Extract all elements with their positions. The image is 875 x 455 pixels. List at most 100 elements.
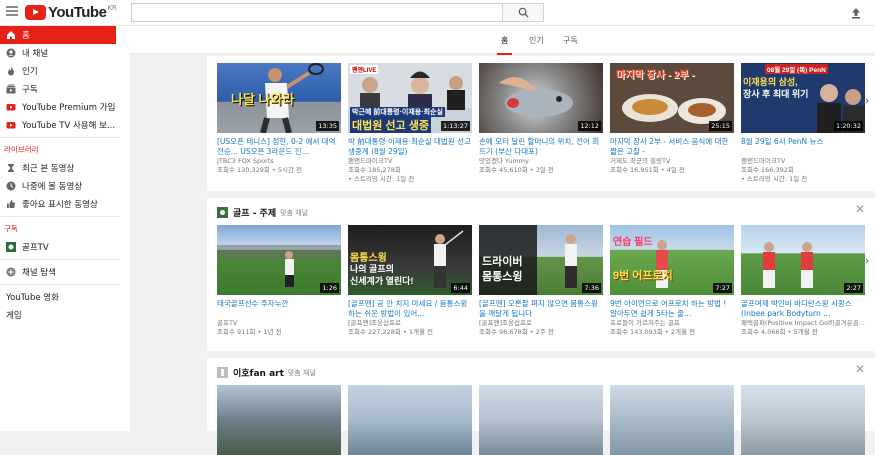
- video-card[interactable]: [479, 385, 603, 455]
- video-card[interactable]: [217, 385, 341, 455]
- video-thumbnail[interactable]: 팬앤LIVE 박근혜 前대통령·이재용·최순실 대법원 선고 생중 1:13:2…: [348, 63, 472, 133]
- channel-name[interactable]: 팬앤드마이크TV: [348, 157, 472, 166]
- channel-name[interactable]: [골프맨]조웅섭프로: [479, 319, 603, 328]
- video-thumbnail[interactable]: 12:12: [479, 63, 603, 133]
- channel-name[interactable]: 팬앤드마이크TV: [741, 157, 865, 166]
- subscriptions-icon: [6, 84, 16, 94]
- sidebar-item-home[interactable]: 홈: [0, 26, 116, 44]
- upload-button[interactable]: [849, 5, 863, 19]
- sidebar-item-label: 골프TV: [22, 243, 49, 253]
- home-icon: [6, 30, 16, 40]
- video-thumbnail[interactable]: [610, 385, 734, 455]
- video-title[interactable]: 8월 29일 6시 PenN 뉴스: [741, 137, 865, 157]
- sidebar-item-youtube-tv[interactable]: YouTube TV 사용해 보...: [0, 116, 130, 134]
- video-thumbnail[interactable]: 몸통스윙 나의 골프의 신세계가 열린다! 6:44: [348, 225, 472, 295]
- video-title[interactable]: [골프맨] 공 안 치지 마세요 / 몸통스윙하는 쉬운 방법이 있어...: [348, 299, 472, 319]
- sidebar-item-premium[interactable]: YouTube Premium 가입: [0, 98, 130, 116]
- video-thumbnail[interactable]: [348, 385, 472, 455]
- sidebar-item-watch-later[interactable]: 나중에 볼 동영상: [0, 177, 130, 195]
- channel-avatar-icon: [6, 242, 16, 252]
- shelf-header[interactable]: 이호fan art 맞춤 채널: [217, 366, 316, 379]
- video-title[interactable]: 박 前대통령·이재용·최순실 대법원 선고 생중계 (8월 29일): [348, 137, 472, 157]
- video-card[interactable]: 드라이버 몸통스윙 7:36 [골프맨] 오른팔 펴지 않으면 몸통스윙을 깨달…: [479, 225, 603, 337]
- video-duration: 1:26: [320, 283, 339, 293]
- video-title[interactable]: [골프맨] 오른팔 펴지 않으면 몸통스윙을 깨달게 됩니다: [479, 299, 603, 319]
- video-title[interactable]: 태국골프선수 주자누깐: [217, 299, 341, 319]
- youtube-tv-icon: [6, 120, 16, 130]
- search-input[interactable]: [131, 3, 503, 22]
- video-card[interactable]: 2:27 골프여제 박인비 바디턴스윙 시퀀스(Inbee park Bodyt…: [741, 225, 865, 337]
- video-card[interactable]: [348, 385, 472, 455]
- video-meta: 조회수 130,329회 • 5시간 전: [217, 166, 302, 174]
- guide-sidebar: 홈 내 채널 인기 구독 YouTube Premium 가입 YouTube …: [0, 26, 130, 431]
- channel-name[interactable]: 프로들이 가르쳐주는 골프: [610, 319, 734, 328]
- youtube-logo[interactable]: YouTube KR: [25, 4, 117, 21]
- video-title[interactable]: [US오픈 테니스] 정현, 0-2 에서 대역전승... US오픈 3라운드 …: [217, 137, 341, 157]
- channel-name[interactable]: 패택골퍼(Positive Impact Golf)골거운골...: [741, 319, 865, 328]
- video-thumbnail[interactable]: 1:26: [217, 225, 341, 295]
- thumbnail-caption: 마지막 장사 - 2부 -: [616, 70, 695, 81]
- video-card[interactable]: 연습 필드 9번 어프로치 7:27 9번 아이언으로 어프로치 하는 방법 !…: [610, 225, 734, 337]
- video-duration: 1:13:27: [440, 121, 470, 131]
- video-card[interactable]: 08월 29일 (목) PenN 이재용의 삼성, 장사 후 최대 위기 1:2…: [741, 63, 865, 184]
- sidebar-item-history[interactable]: 최근 본 동영상: [0, 159, 130, 177]
- video-title[interactable]: 마지막 장사 2부 - 서비스 음식에 대한 짧은 고찰 -: [610, 137, 734, 157]
- sidebar-item-liked-videos[interactable]: 좋아요 표시한 동영상: [0, 195, 130, 213]
- channel-name[interactable]: 맛있겠다 Yummy: [479, 157, 603, 166]
- video-thumbnail[interactable]: 연습 필드 9번 어프로치 7:27: [610, 225, 734, 295]
- video-thumbnail[interactable]: 2:27: [741, 225, 865, 295]
- video-thumbnail[interactable]: [741, 385, 865, 455]
- library-section-title[interactable]: 라이브러리: [0, 141, 130, 159]
- search-button[interactable]: [502, 3, 544, 22]
- sidebar-item-subscriptions[interactable]: 구독: [0, 80, 130, 98]
- video-thumbnail[interactable]: 드라이버 몸통스윙 7:36: [479, 225, 603, 295]
- video-thumbnail[interactable]: [479, 385, 603, 455]
- channel-name[interactable]: [골프맨]조웅섭프로: [348, 319, 472, 328]
- sidebar-item-label: 좋아요 표시한 동영상: [22, 200, 98, 210]
- video-thumbnail[interactable]: 나달 나와라 13:35: [217, 63, 341, 133]
- video-thumbnail[interactable]: 08월 29일 (목) PenN 이재용의 삼성, 장사 후 최대 위기 1:2…: [741, 63, 865, 133]
- tab-trending[interactable]: 인기: [525, 35, 548, 46]
- video-meta: 조회수 45,610회 • 3일 전: [479, 166, 554, 174]
- video-meta: 조회수 16,951회 • 4일 전: [610, 166, 685, 174]
- dismiss-shelf-close-icon[interactable]: ✕: [855, 362, 865, 376]
- sidebar-item-youtube-movies[interactable]: YouTube 영화: [0, 288, 130, 306]
- video-card[interactable]: [610, 385, 734, 455]
- tab-subscriptions[interactable]: 구독: [559, 35, 582, 46]
- search-icon: [518, 7, 529, 18]
- video-card[interactable]: 팬앤LIVE 박근혜 前대통령·이재용·최순실 대법원 선고 생중 1:13:2…: [348, 63, 472, 184]
- hamburger-menu-icon[interactable]: [6, 6, 18, 18]
- shelf-next-arrow-icon[interactable]: ›: [865, 254, 873, 267]
- tab-home[interactable]: 홈: [497, 35, 513, 55]
- video-card[interactable]: [741, 385, 865, 455]
- sidebar-item-trending[interactable]: 인기: [0, 62, 130, 80]
- fan-art-shelf: 이호fan art 맞춤 채널 ✕: [207, 358, 875, 455]
- video-title[interactable]: 손에 모터 달린 할머니의 위치, 전어 회뜨기 (부산 다대포): [479, 137, 603, 157]
- video-card[interactable]: 몸통스윙 나의 골프의 신세계가 열린다! 6:44 [골프맨] 공 안 치지 …: [348, 225, 472, 337]
- dismiss-shelf-close-icon[interactable]: ✕: [855, 202, 865, 216]
- logo-region: KR: [107, 4, 117, 12]
- channel-name[interactable]: 거제도 최군의 힐링TV: [610, 157, 734, 166]
- subscriptions-section-title[interactable]: 구독: [0, 220, 130, 238]
- video-meta: 조회수 911회 • 1년 전: [217, 328, 282, 336]
- sidebar-item-golftv[interactable]: 골프TV: [0, 238, 130, 256]
- channel-name[interactable]: JTBC3 FOX Sports: [217, 157, 341, 166]
- video-duration: 12:12: [578, 121, 601, 131]
- sidebar-item-gaming[interactable]: 게임: [0, 306, 130, 324]
- video-thumbnail[interactable]: [217, 385, 341, 455]
- video-card[interactable]: 나달 나와라 13:35 [US오픈 테니스] 정현, 0-2 에서 대역전승.…: [217, 63, 341, 175]
- video-thumbnail[interactable]: 마지막 장사 - 2부 - 25:15: [610, 63, 734, 133]
- video-card[interactable]: 12:12 손에 모터 달린 할머니의 위치, 전어 회뜨기 (부산 다대포) …: [479, 63, 603, 175]
- video-card[interactable]: 마지막 장사 - 2부 - 25:15 마지막 장사 2부 - 서비스 음식에 …: [610, 63, 734, 175]
- video-title[interactable]: 골프여제 박인비 바디턴스윙 시퀀스(Inbee park Bodyturn .…: [741, 299, 865, 319]
- shelf-next-arrow-icon[interactable]: ›: [865, 94, 873, 107]
- video-card[interactable]: 1:26 태국골프선수 주자누깐 골프TV 조회수 911회 • 1년 전: [217, 225, 341, 337]
- shelf-header[interactable]: 골프 - 주제 맞춤 채널: [217, 206, 308, 219]
- sidebar-item-browse-channels[interactable]: 채널 탐색: [0, 263, 130, 281]
- sidebar-item-my-channel[interactable]: 내 채널: [0, 44, 130, 62]
- sidebar-item-label: YouTube 영화: [6, 293, 59, 303]
- channel-name[interactable]: 골프TV: [217, 319, 341, 328]
- video-duration: 2:27: [844, 283, 863, 293]
- golf-shelf: 골프 - 주제 맞춤 채널 ✕ 1:26 태국골프선수 주자누깐 골프TV 조회…: [207, 198, 875, 351]
- video-title[interactable]: 9번 아이언으로 어프로치 하는 방법 ! 알아두면 쉽게 5타는 줄...: [610, 299, 734, 319]
